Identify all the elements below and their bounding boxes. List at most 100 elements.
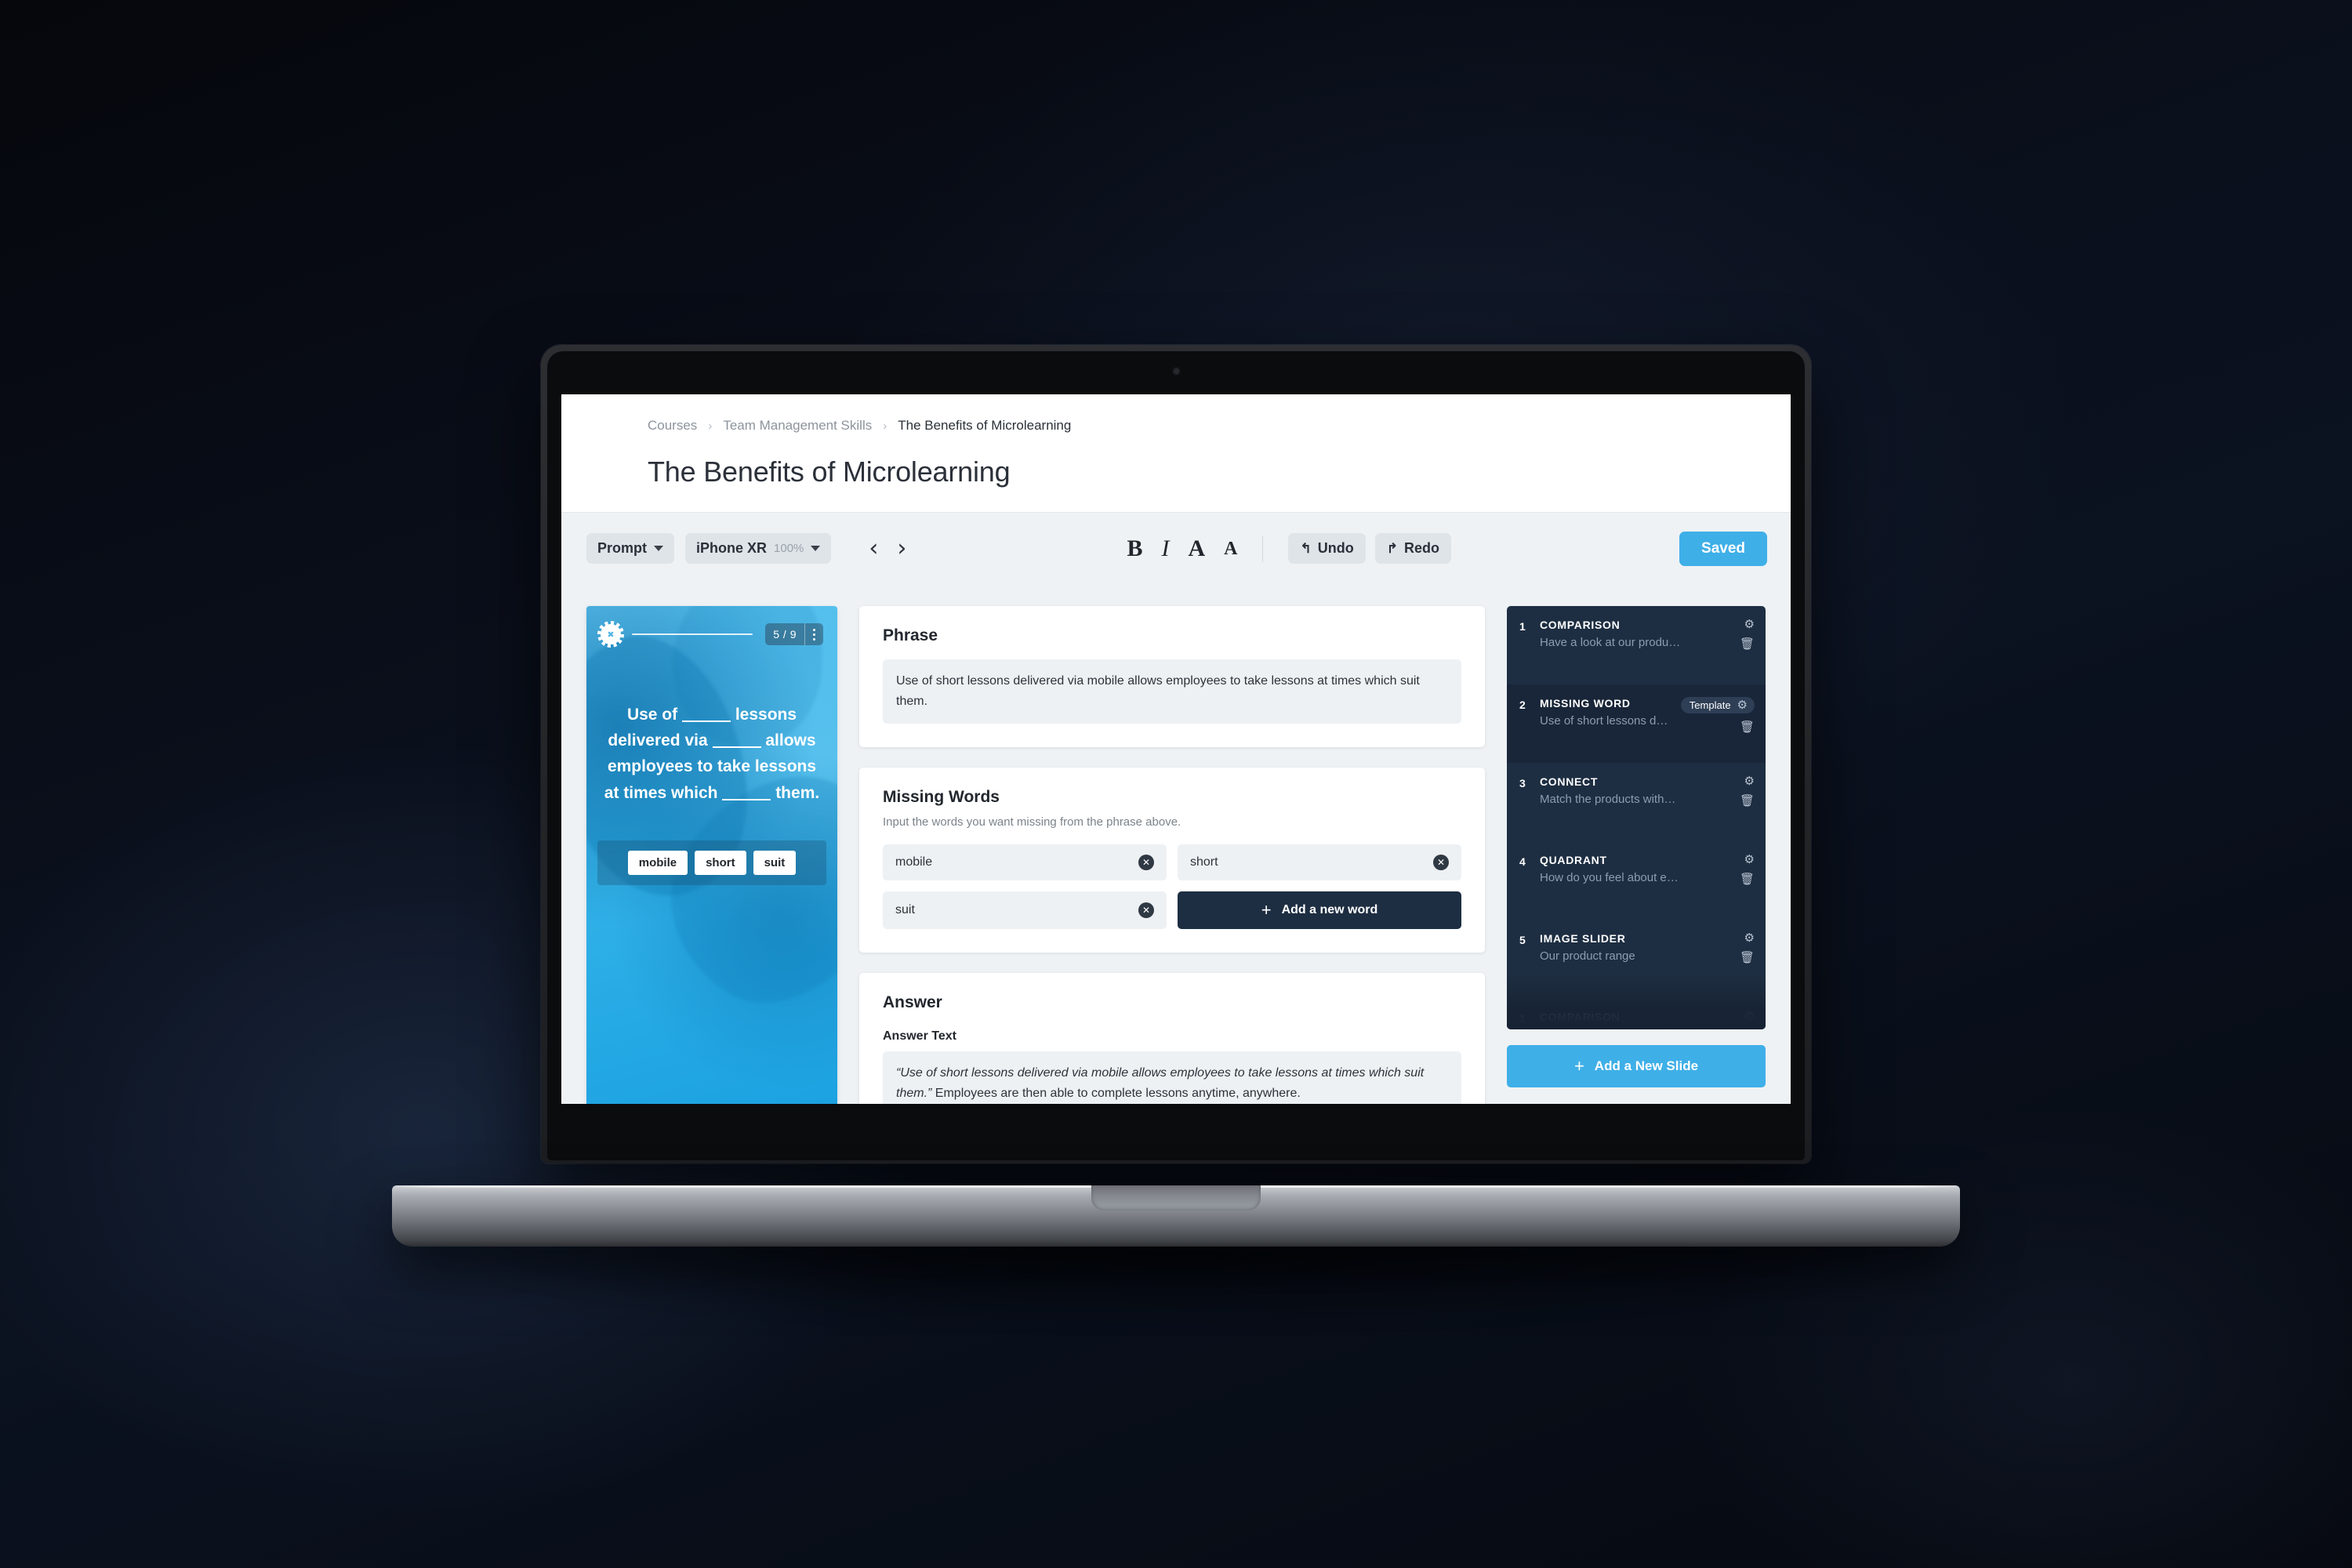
form-editor: Phrase Use of short lessons delivered vi… — [837, 606, 1507, 1104]
breadcrumb-item-team-management-skills[interactable]: Team Management Skills — [723, 418, 872, 434]
slide-number: 1 — [1519, 620, 1526, 633]
slide-description: Product X vs Product Y — [1540, 1028, 1730, 1029]
draggable-word[interactable]: suit — [753, 850, 797, 875]
answer-card-title: Answer — [883, 993, 942, 1011]
slide-list-item[interactable]: 3 CONNECT Match the products with… ⚙ 🗑 — [1507, 763, 1766, 841]
missing-word-field[interactable]: suit ✕ — [883, 891, 1167, 929]
redo-arrow-icon: ↱ — [1386, 540, 1398, 556]
slide-list-item[interactable]: 1 COMPARISON Product X vs Product Y ⚙ 🗑 — [1507, 998, 1766, 1029]
plus-icon: + — [1261, 899, 1272, 920]
answer-text-label: Answer Text — [883, 1029, 956, 1043]
slide-description: Our product range — [1540, 949, 1635, 963]
slide-list-item[interactable]: 4 QUADRANT How do you feel about e… ⚙ 🗑 — [1507, 841, 1766, 920]
editor-toolbar: Prompt iPhone XR 100% ‹ › B I A A ↰ Undo… — [561, 512, 1791, 584]
gear-icon[interactable]: ⚙ — [1744, 775, 1755, 787]
phrase-blank[interactable] — [681, 720, 731, 722]
gear-icon[interactable]: ⚙ — [1744, 932, 1755, 944]
missing-word-field[interactable]: short ✕ — [1178, 844, 1461, 880]
gear-icon[interactable]: ⚙ — [1737, 699, 1748, 711]
font-size-small-icon[interactable]: A — [1224, 539, 1237, 558]
slide-type-label: CONNECT — [1540, 775, 1599, 788]
slide-number: 4 — [1519, 855, 1526, 868]
editor-workspace: 5 / 9 Use of lessons delivered via — [561, 584, 1791, 1104]
device-label: iPhone XR — [696, 540, 768, 556]
missing-words-card-title: Missing Words — [883, 787, 1000, 806]
laptop-base — [392, 1185, 1960, 1247]
phrase-segment-1: Use of — [626, 706, 678, 724]
redo-label: Redo — [1403, 540, 1439, 556]
phrase-blank[interactable] — [722, 798, 771, 800]
slide-number: 3 — [1519, 777, 1526, 789]
missing-word-field[interactable]: mobile ✕ — [883, 844, 1167, 880]
answer-text-input[interactable]: “Use of short lessons delivered via mobi… — [883, 1051, 1461, 1104]
slide-type-dropdown[interactable]: Prompt — [586, 533, 674, 564]
gear-icon[interactable]: ⚙ — [1744, 1011, 1755, 1022]
slide-counter-group: 5 / 9 — [765, 623, 823, 645]
missing-words-card-subtitle: Input the words you want missing from th… — [883, 815, 1181, 829]
text-format-group: B I A A — [1127, 536, 1237, 561]
save-button[interactable]: Saved — [1679, 531, 1768, 566]
trash-icon[interactable]: 🗑 — [1740, 721, 1755, 733]
slides-panel[interactable]: 1 COMPARISON Have a look at our produ… ⚙… — [1507, 606, 1766, 1029]
add-new-word-button[interactable]: + Add a new word — [1178, 891, 1461, 929]
laptop-notch — [1091, 1185, 1261, 1210]
template-badge[interactable]: Template ⚙ — [1680, 697, 1755, 713]
slide-info: IMAGE SLIDER Our product range — [1540, 932, 1730, 963]
phrase-card-title: Phrase — [883, 626, 938, 644]
preview-topbar: 5 / 9 — [586, 606, 837, 648]
bold-icon[interactable]: B — [1127, 536, 1142, 561]
remove-word-icon[interactable]: ✕ — [1138, 854, 1154, 870]
laptop-lid: Courses › Team Management Skills › The B… — [541, 345, 1811, 1163]
laptop-screen: Courses › Team Management Skills › The B… — [561, 394, 1791, 1104]
slide-actions: ⚙ 🗑 — [1740, 854, 1755, 885]
prev-slide-icon[interactable]: ‹ — [869, 536, 878, 561]
italic-icon[interactable]: I — [1161, 536, 1169, 561]
slide-info: CONNECT Match the products with… — [1540, 775, 1730, 806]
remove-word-icon[interactable]: ✕ — [1138, 902, 1154, 918]
toolbar-divider — [1262, 535, 1264, 562]
add-new-slide-button[interactable]: + Add a New Slide — [1507, 1045, 1766, 1087]
laptop-shadow — [423, 1243, 1929, 1330]
breadcrumb-item-current: The Benefits of Microlearning — [898, 418, 1072, 433]
trash-icon[interactable]: 🗑 — [1740, 638, 1755, 650]
app-header: Courses › Team Management Skills › The B… — [561, 394, 1791, 512]
draggable-word[interactable]: mobile — [627, 850, 688, 875]
undo-arrow-icon: ↰ — [1300, 540, 1312, 556]
breadcrumb-item-courses[interactable]: Courses — [648, 418, 697, 434]
slide-list-item[interactable]: 1 COMPARISON Have a look at our produ… ⚙… — [1507, 606, 1766, 684]
webcam-icon — [1173, 368, 1179, 374]
missing-words-grid: mobile ✕ short ✕ suit ✕ + Add a new word — [883, 844, 1461, 929]
slide-info: COMPARISON Product X vs Product Y — [1540, 1011, 1730, 1029]
preview-canvas: 5 / 9 Use of lessons delivered via — [586, 606, 837, 1104]
phrase-card: Phrase Use of short lessons delivered vi… — [859, 606, 1485, 747]
slide-list-item[interactable]: 5 IMAGE SLIDER Our product range ⚙ 🗑 — [1507, 920, 1766, 998]
phrase-input[interactable]: Use of short lessons delivered via mobil… — [883, 659, 1461, 724]
app-window: Courses › Team Management Skills › The B… — [561, 394, 1791, 1104]
remove-word-icon[interactable]: ✕ — [1433, 854, 1449, 870]
more-options-icon[interactable] — [805, 623, 823, 645]
slide-number: 1 — [1519, 1012, 1526, 1025]
font-size-large-icon[interactable]: A — [1188, 536, 1205, 561]
zoom-level-label: 100% — [774, 542, 804, 555]
slide-actions: Template ⚙ 🗑 — [1680, 697, 1755, 733]
slide-list-item-selected[interactable]: 2 MISSING WORD Use of short lessons del…… — [1507, 684, 1766, 763]
slide-navigation: ‹ › — [869, 536, 906, 561]
redo-button[interactable]: ↱ Redo — [1374, 533, 1451, 564]
trash-icon[interactable]: 🗑 — [1740, 952, 1755, 964]
slide-type-label: COMPARISON — [1540, 1011, 1621, 1023]
breadcrumb-separator-icon: › — [883, 419, 887, 433]
gear-icon[interactable]: ⚙ — [1744, 619, 1755, 630]
draggable-word-tray: mobile short suit — [597, 840, 826, 885]
slide-info: COMPARISON Have a look at our produ… — [1540, 619, 1730, 649]
laptop-mockup: Courses › Team Management Skills › The B… — [0, 0, 2352, 1568]
undo-button[interactable]: ↰ Undo — [1288, 533, 1366, 564]
next-slide-icon[interactable]: › — [897, 536, 906, 561]
trash-icon[interactable]: 🗑 — [1740, 795, 1755, 807]
slide-type-label: Prompt — [597, 540, 647, 556]
trash-icon[interactable]: 🗑 — [1740, 873, 1755, 885]
device-zoom-dropdown[interactable]: iPhone XR 100% — [685, 533, 832, 564]
draggable-word[interactable]: short — [695, 850, 746, 875]
slide-type-label: COMPARISON — [1540, 619, 1621, 631]
phrase-blank[interactable] — [712, 746, 761, 749]
gear-icon[interactable]: ⚙ — [1744, 854, 1755, 866]
